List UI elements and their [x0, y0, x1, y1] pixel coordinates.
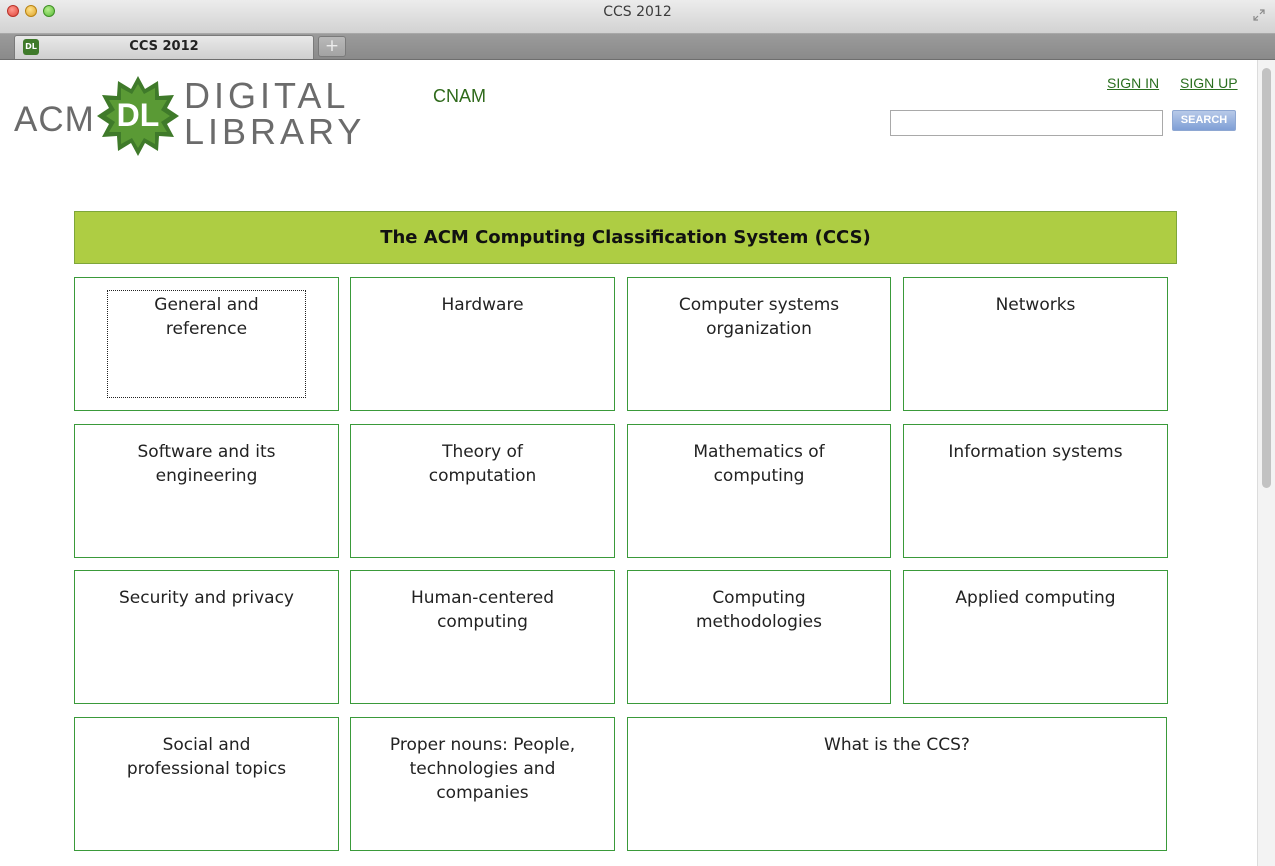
category-general-and-reference[interactable]: General and reference [74, 277, 339, 411]
category-computer-systems-organization[interactable]: Computer systems organization [627, 277, 891, 411]
tab-ccs-2012[interactable]: DL CCS 2012 [14, 35, 314, 59]
category-label: Social and professional topics [126, 735, 287, 779]
category-applied-computing[interactable]: Applied computing [903, 570, 1168, 704]
new-tab-button[interactable]: + [318, 36, 346, 57]
logo-badge-text: DL [116, 97, 160, 133]
category-label: Networks [995, 295, 1076, 315]
category-label: Hardware [441, 295, 524, 315]
category-social-and-professional-topics[interactable]: Social and professional topics [74, 717, 339, 851]
window-title: CCS 2012 [603, 4, 672, 20]
sign-in-link[interactable]: SIGN IN [1107, 75, 1159, 91]
focus-ring [107, 290, 306, 398]
logo-digital-text: DIGITAL [184, 75, 350, 116]
category-information-systems[interactable]: Information systems [903, 424, 1168, 558]
tab-label: CCS 2012 [129, 39, 199, 54]
ccs-banner: The ACM Computing Classification System … [74, 211, 1177, 264]
acm-dl-logo[interactable]: ACM DL DIGITAL LIBRARY [14, 72, 364, 158]
category-human-centered-computing[interactable]: Human-centered computing [350, 570, 615, 704]
category-label: Information systems [948, 442, 1123, 462]
category-label: Applied computing [955, 588, 1116, 608]
category-label: What is the CCS? [824, 735, 970, 755]
category-label: Security and privacy [119, 588, 294, 608]
logo-library-text: LIBRARY [184, 111, 366, 152]
category-security-and-privacy[interactable]: Security and privacy [74, 570, 339, 704]
category-hardware[interactable]: Hardware [350, 277, 615, 411]
tab-bar: DL CCS 2012 + [0, 34, 1275, 60]
category-mathematics-of-computing[interactable]: Mathematics of computing [627, 424, 891, 558]
category-theory-of-computation[interactable]: Theory of computation [350, 424, 615, 558]
vertical-scrollbar[interactable] [1257, 60, 1275, 866]
window-titlebar: CCS 2012 [0, 0, 1275, 34]
category-label: Software and its engineering [137, 442, 276, 486]
logo-acm-text: ACM [14, 100, 95, 139]
search-input[interactable] [890, 110, 1163, 136]
category-computing-methodologies[interactable]: Computing methodologies [627, 570, 891, 704]
category-software-and-its-engineering[interactable]: Software and its engineering [74, 424, 339, 558]
category-label: Theory of computation [428, 442, 537, 486]
category-label: Computing methodologies [695, 588, 822, 632]
category-networks[interactable]: Networks [903, 277, 1168, 411]
scrollbar-thumb[interactable] [1262, 68, 1271, 488]
dl-badge-icon: DL [96, 74, 180, 158]
what-is-the-ccs-link[interactable]: What is the CCS? [627, 717, 1167, 851]
fullscreen-icon[interactable] [1253, 9, 1265, 21]
category-label: Computer systems organization [678, 295, 840, 339]
category-label: Mathematics of computing [693, 442, 825, 486]
search-button[interactable]: SEARCH [1172, 110, 1236, 131]
institution-name: CNAM [433, 86, 486, 106]
category-proper-nouns[interactable]: Proper nouns: People, technologies and c… [350, 717, 615, 851]
category-label: Proper nouns: People, technologies and c… [389, 735, 576, 803]
sign-up-link[interactable]: SIGN UP [1180, 75, 1238, 91]
category-label: Human-centered computing [410, 588, 554, 632]
dl-favicon-icon: DL [23, 39, 39, 55]
